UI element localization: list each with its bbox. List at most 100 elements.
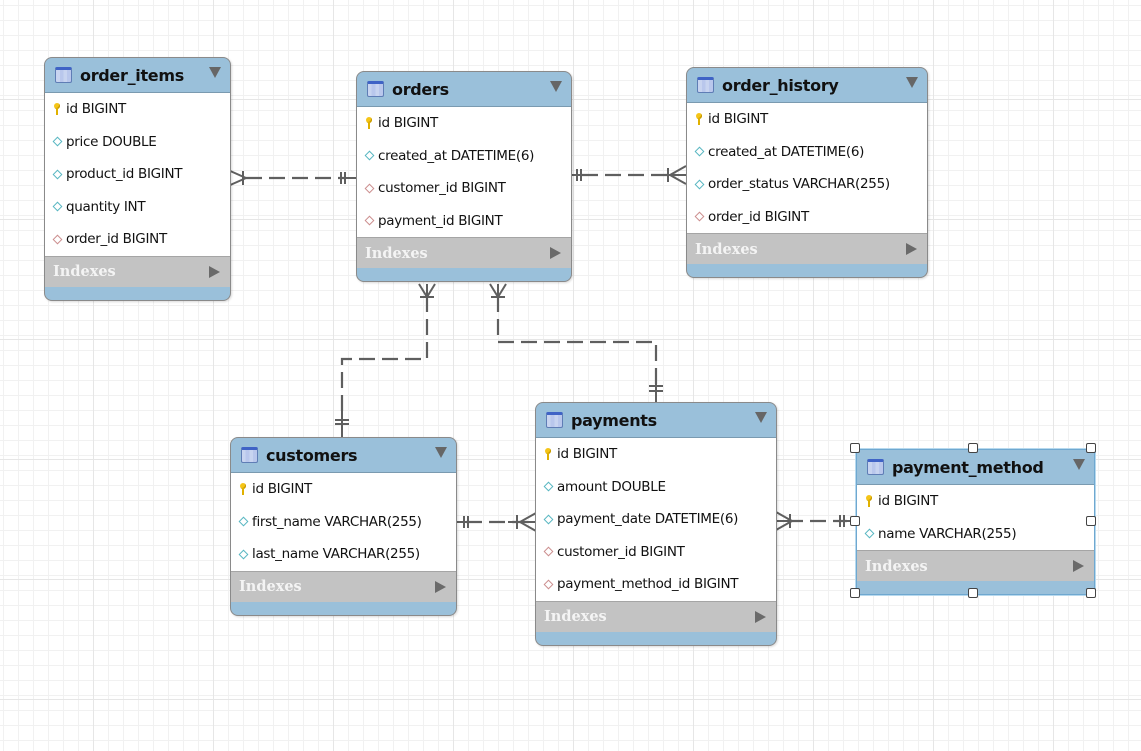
column-row[interactable]: id BIGINT xyxy=(357,107,571,140)
column-row[interactable]: order_id BIGINT xyxy=(687,201,927,234)
column-row[interactable]: created_at DATETIME(6) xyxy=(687,136,927,169)
table-header[interactable]: orders xyxy=(357,72,571,106)
column-row[interactable]: price DOUBLE xyxy=(45,126,230,159)
column-diamond-icon xyxy=(694,179,704,190)
table-name: payment_method xyxy=(892,457,1044,477)
expand-arrow-icon[interactable] xyxy=(550,247,561,259)
er-diagram-canvas[interactable]: order_items id BIGINT price DOUBLE produ… xyxy=(0,0,1141,751)
column-list: id BIGINT price DOUBLE product_id BIGINT… xyxy=(45,92,230,256)
resize-handle-top-right[interactable] xyxy=(1086,443,1096,453)
indexes-section[interactable]: Indexes xyxy=(857,550,1094,581)
table-header[interactable]: payments xyxy=(536,403,776,437)
column-row[interactable]: payment_method_id BIGINT xyxy=(536,568,776,601)
resize-handle-bottom-left[interactable] xyxy=(850,588,860,598)
resize-handle-top-left[interactable] xyxy=(850,443,860,453)
expand-arrow-icon[interactable] xyxy=(755,610,766,623)
indexes-section[interactable]: Indexes xyxy=(231,570,456,602)
rel-orders-payments xyxy=(496,296,658,392)
table-header[interactable]: order_items xyxy=(45,58,230,92)
indexes-section[interactable]: Indexes xyxy=(687,233,927,264)
column-row[interactable]: amount DOUBLE xyxy=(536,471,776,504)
foreign-key-diamond-icon xyxy=(694,211,704,222)
crowfoot-many-marker xyxy=(227,169,256,187)
table-payments[interactable]: payments id BIGINT amount DOUBLE payment… xyxy=(535,402,777,646)
indexes-label: Indexes xyxy=(865,557,928,575)
collapse-caret-icon[interactable] xyxy=(755,412,767,423)
table-header[interactable]: order_history xyxy=(687,68,927,102)
table-header[interactable]: customers xyxy=(231,438,456,472)
column-diamond-icon xyxy=(364,150,374,161)
one-marker xyxy=(571,169,588,181)
table-header[interactable]: payment_method xyxy=(857,450,1094,484)
column-list: id BIGINT created_at DATETIME(6) order_s… xyxy=(687,102,927,233)
column-diamond-icon xyxy=(52,136,62,147)
expand-arrow-icon[interactable] xyxy=(906,243,917,255)
column-row[interactable]: payment_date DATETIME(6) xyxy=(536,503,776,536)
column-list: id BIGINT amount DOUBLE payment_date DAT… xyxy=(536,437,776,601)
one-marker xyxy=(335,405,349,437)
column-row[interactable]: id BIGINT xyxy=(536,438,776,471)
column-diamond-icon xyxy=(864,528,874,539)
expand-arrow-icon[interactable] xyxy=(1073,560,1084,572)
one-marker xyxy=(338,172,356,184)
primary-key-icon xyxy=(54,103,60,116)
table-footer xyxy=(687,264,927,277)
column-row[interactable]: payment_id BIGINT xyxy=(357,205,571,238)
table-customers[interactable]: customers id BIGINT first_name VARCHAR(2… xyxy=(230,437,457,616)
column-row[interactable]: customer_id BIGINT xyxy=(536,536,776,569)
column-row[interactable]: id BIGINT xyxy=(857,485,1094,518)
indexes-section[interactable]: Indexes xyxy=(536,600,776,632)
collapse-caret-icon[interactable] xyxy=(209,67,221,78)
column-row[interactable]: id BIGINT xyxy=(45,93,230,126)
foreign-key-diamond-icon xyxy=(52,234,62,245)
table-orders[interactable]: orders id BIGINT created_at DATETIME(6) … xyxy=(356,71,572,282)
column-row[interactable]: quantity INT xyxy=(45,191,230,224)
resize-handle-left[interactable] xyxy=(850,516,860,526)
column-row[interactable]: created_at DATETIME(6) xyxy=(357,140,571,173)
collapse-caret-icon[interactable] xyxy=(906,77,918,88)
column-row[interactable]: order_id BIGINT xyxy=(45,223,230,256)
collapse-caret-icon[interactable] xyxy=(435,447,447,458)
table-name: customers xyxy=(266,445,358,465)
column-row[interactable]: product_id BIGINT xyxy=(45,158,230,191)
column-row[interactable]: name VARCHAR(255) xyxy=(857,518,1094,551)
rel-orders-customers xyxy=(340,296,429,418)
column-row[interactable]: customer_id BIGINT xyxy=(357,172,571,205)
collapse-caret-icon[interactable] xyxy=(1073,459,1085,470)
table-footer xyxy=(536,632,776,645)
column-list: id BIGINT first_name VARCHAR(255) last_n… xyxy=(231,472,456,571)
primary-key-icon xyxy=(866,495,872,508)
table-order-items[interactable]: order_items id BIGINT price DOUBLE produ… xyxy=(44,57,231,301)
one-marker xyxy=(649,380,663,403)
table-order-history[interactable]: order_history id BIGINT created_at DATET… xyxy=(686,67,928,278)
table-icon xyxy=(241,447,258,463)
resize-handle-bottom-right[interactable] xyxy=(1086,588,1096,598)
collapse-caret-icon[interactable] xyxy=(550,81,562,92)
resize-handle-top[interactable] xyxy=(968,443,978,453)
indexes-label: Indexes xyxy=(53,263,116,280)
indexes-section[interactable]: Indexes xyxy=(357,237,571,268)
table-payment-method[interactable]: payment_method id BIGINT name VARCHAR(25… xyxy=(856,449,1095,595)
column-row[interactable]: first_name VARCHAR(255) xyxy=(231,506,456,539)
foreign-key-diamond-icon xyxy=(543,546,553,557)
column-row[interactable]: order_status VARCHAR(255) xyxy=(687,168,927,201)
column-list: id BIGINT name VARCHAR(255) xyxy=(857,484,1094,550)
crowfoot-many-marker xyxy=(489,283,507,305)
primary-key-icon xyxy=(545,448,551,461)
expand-arrow-icon[interactable] xyxy=(435,580,446,593)
foreign-key-diamond-icon xyxy=(543,579,553,590)
table-name: order_items xyxy=(80,65,184,85)
expand-arrow-icon[interactable] xyxy=(209,265,220,278)
foreign-key-diamond-icon xyxy=(364,215,374,226)
resize-handle-right[interactable] xyxy=(1086,516,1096,526)
foreign-key-diamond-icon xyxy=(364,183,374,194)
resize-handle-bottom[interactable] xyxy=(968,588,978,598)
column-row[interactable]: id BIGINT xyxy=(231,473,456,506)
column-row[interactable]: last_name VARCHAR(255) xyxy=(231,538,456,571)
table-footer xyxy=(357,268,571,281)
column-row[interactable]: id BIGINT xyxy=(687,103,927,136)
indexes-label: Indexes xyxy=(239,578,302,595)
table-icon xyxy=(867,459,884,475)
indexes-section[interactable]: Indexes xyxy=(45,255,230,287)
table-icon xyxy=(55,67,72,83)
